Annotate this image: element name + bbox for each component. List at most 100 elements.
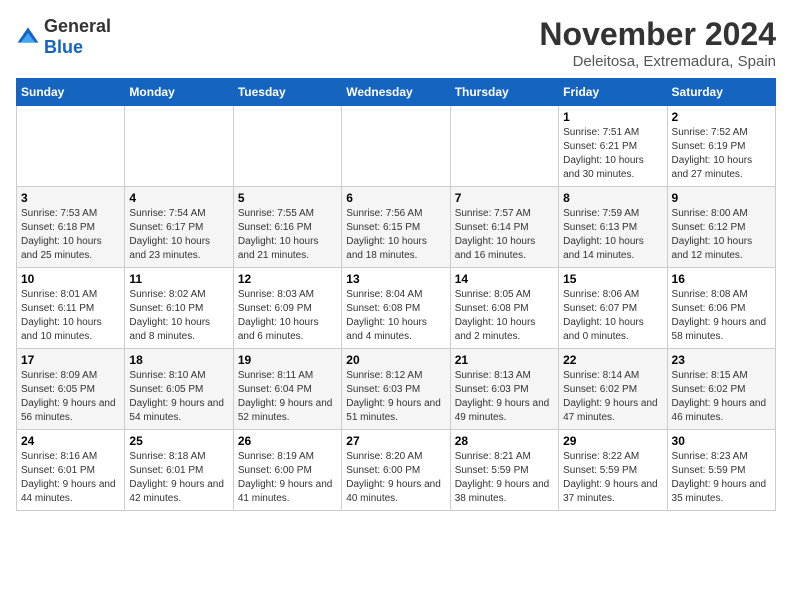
day-info: Sunrise: 8:15 AMSunset: 6:02 PMDaylight:…	[672, 369, 771, 425]
day-cell: 11Sunrise: 8:02 AMSunset: 6:10 PMDayligh…	[125, 268, 233, 349]
day-info: Sunrise: 8:06 AMSunset: 6:07 PMDaylight:…	[563, 288, 662, 344]
weekday-header-row: SundayMondayTuesdayWednesdayThursdayFrid…	[17, 79, 776, 106]
day-info: Sunrise: 8:09 AMSunset: 6:05 PMDaylight:…	[21, 369, 120, 425]
day-number: 23	[672, 353, 771, 367]
day-cell: 6Sunrise: 7:56 AMSunset: 6:15 PMDaylight…	[342, 187, 450, 268]
day-info: Sunrise: 8:05 AMSunset: 6:08 PMDaylight:…	[455, 288, 554, 344]
day-info: Sunrise: 7:57 AMSunset: 6:14 PMDaylight:…	[455, 207, 554, 263]
day-number: 30	[672, 434, 771, 448]
day-number: 11	[129, 272, 228, 286]
day-info: Sunrise: 8:18 AMSunset: 6:01 PMDaylight:…	[129, 450, 228, 506]
calendar-table: SundayMondayTuesdayWednesdayThursdayFrid…	[16, 78, 776, 511]
day-number: 25	[129, 434, 228, 448]
day-cell: 13Sunrise: 8:04 AMSunset: 6:08 PMDayligh…	[342, 268, 450, 349]
day-cell: 2Sunrise: 7:52 AMSunset: 6:19 PMDaylight…	[667, 106, 775, 187]
weekday-header-thursday: Thursday	[450, 79, 558, 106]
day-cell	[342, 106, 450, 187]
day-info: Sunrise: 8:22 AMSunset: 5:59 PMDaylight:…	[563, 450, 662, 506]
day-number: 19	[238, 353, 337, 367]
day-cell: 17 Sunrise: 8:09 AMSunset: 6:05 PMDayligh…	[17, 349, 125, 430]
day-cell	[233, 106, 341, 187]
day-cell: 18 Sunrise: 8:10 AMSunset: 6:05 PMDayligh…	[125, 349, 233, 430]
day-number: 1	[563, 110, 662, 124]
day-cell: 27Sunrise: 8:20 AMSunset: 6:00 PMDayligh…	[342, 430, 450, 511]
day-number: 26	[238, 434, 337, 448]
logo: General Blue	[16, 16, 111, 58]
day-number: 20	[346, 353, 445, 367]
day-cell	[125, 106, 233, 187]
day-info: Sunrise: 7:51 AMSunset: 6:21 PMDaylight:…	[563, 126, 662, 182]
day-info: Sunrise: 8:10 AMSunset: 6:05 PMDaylight:…	[129, 369, 228, 425]
day-number: 10	[21, 272, 120, 286]
day-info: Sunrise: 8:00 AMSunset: 6:12 PMDaylight:…	[672, 207, 771, 263]
weekday-header-tuesday: Tuesday	[233, 79, 341, 106]
day-cell: 14 Sunrise: 8:05 AMSunset: 6:08 PMDayligh…	[450, 268, 558, 349]
header: General Blue November 2024 Deleitosa, Ex…	[16, 16, 776, 70]
day-info: Sunrise: 7:53 AMSunset: 6:18 PMDaylight:…	[21, 207, 120, 263]
day-number: 4	[129, 191, 228, 205]
day-number: 7	[455, 191, 554, 205]
location-title: Deleitosa, Extremadura, Spain	[539, 53, 776, 70]
day-info: Sunrise: 8:12 AMSunset: 6:03 PMDaylight:…	[346, 369, 445, 425]
calendar-body: 1 Sunrise: 7:51 AMSunset: 6:21 PMDaylight…	[17, 106, 776, 511]
day-cell	[450, 106, 558, 187]
weekday-header-saturday: Saturday	[667, 79, 775, 106]
title-area: November 2024 Deleitosa, Extremadura, Sp…	[539, 16, 776, 70]
day-info: Sunrise: 8:23 AMSunset: 5:59 PMDaylight:…	[672, 450, 771, 506]
day-cell: 10 Sunrise: 8:01 AMSunset: 6:11 PMDayligh…	[17, 268, 125, 349]
day-number: 12	[238, 272, 337, 286]
day-number: 9	[672, 191, 771, 205]
logo-text: General Blue	[44, 16, 111, 58]
day-info: Sunrise: 8:20 AMSunset: 6:00 PMDaylight:…	[346, 450, 445, 506]
day-info: Sunrise: 8:21 AMSunset: 5:59 PMDaylight:…	[455, 450, 554, 506]
day-number: 24	[21, 434, 120, 448]
week-row-2: 3Sunrise: 7:53 AMSunset: 6:18 PMDaylight…	[17, 187, 776, 268]
day-cell: 1 Sunrise: 7:51 AMSunset: 6:21 PMDaylight…	[559, 106, 667, 187]
day-number: 5	[238, 191, 337, 205]
weekday-header-sunday: Sunday	[17, 79, 125, 106]
day-info: Sunrise: 8:08 AMSunset: 6:06 PMDaylight:…	[672, 288, 771, 344]
logo-blue: Blue	[44, 37, 83, 57]
week-row-1: 1 Sunrise: 7:51 AMSunset: 6:21 PMDaylight…	[17, 106, 776, 187]
day-number: 22	[563, 353, 662, 367]
day-cell: 16Sunrise: 8:08 AMSunset: 6:06 PMDayligh…	[667, 268, 775, 349]
day-info: Sunrise: 8:16 AMSunset: 6:01 PMDaylight:…	[21, 450, 120, 506]
day-cell	[17, 106, 125, 187]
day-cell: 25 Sunrise: 8:18 AMSunset: 6:01 PMDayligh…	[125, 430, 233, 511]
day-cell: 9 Sunrise: 8:00 AMSunset: 6:12 PMDaylight…	[667, 187, 775, 268]
day-info: Sunrise: 8:01 AMSunset: 6:11 PMDaylight:…	[21, 288, 120, 344]
weekday-header-wednesday: Wednesday	[342, 79, 450, 106]
calendar-header: SundayMondayTuesdayWednesdayThursdayFrid…	[17, 79, 776, 106]
day-cell: 28 Sunrise: 8:21 AMSunset: 5:59 PMDayligh…	[450, 430, 558, 511]
day-info: Sunrise: 7:55 AMSunset: 6:16 PMDaylight:…	[238, 207, 337, 263]
day-cell: 29Sunrise: 8:22 AMSunset: 5:59 PMDayligh…	[559, 430, 667, 511]
day-number: 8	[563, 191, 662, 205]
day-number: 18	[129, 353, 228, 367]
day-number: 15	[563, 272, 662, 286]
day-info: Sunrise: 8:19 AMSunset: 6:00 PMDaylight:…	[238, 450, 337, 506]
day-cell: 5 Sunrise: 7:55 AMSunset: 6:16 PMDaylight…	[233, 187, 341, 268]
day-info: Sunrise: 8:13 AMSunset: 6:03 PMDaylight:…	[455, 369, 554, 425]
day-info: Sunrise: 7:56 AMSunset: 6:15 PMDaylight:…	[346, 207, 445, 263]
day-info: Sunrise: 8:11 AMSunset: 6:04 PMDaylight:…	[238, 369, 337, 425]
day-info: Sunrise: 7:52 AMSunset: 6:19 PMDaylight:…	[672, 126, 771, 182]
day-number: 17	[21, 353, 120, 367]
logo-general: General	[44, 16, 111, 36]
day-cell: 24 Sunrise: 8:16 AMSunset: 6:01 PMDayligh…	[17, 430, 125, 511]
day-cell: 4Sunrise: 7:54 AMSunset: 6:17 PMDaylight…	[125, 187, 233, 268]
day-info: Sunrise: 8:14 AMSunset: 6:02 PMDaylight:…	[563, 369, 662, 425]
day-cell: 19 Sunrise: 8:11 AMSunset: 6:04 PMDayligh…	[233, 349, 341, 430]
day-cell: 30 Sunrise: 8:23 AMSunset: 5:59 PMDayligh…	[667, 430, 775, 511]
day-number: 28	[455, 434, 554, 448]
day-number: 14	[455, 272, 554, 286]
day-number: 13	[346, 272, 445, 286]
day-cell: 3Sunrise: 7:53 AMSunset: 6:18 PMDaylight…	[17, 187, 125, 268]
week-row-3: 10 Sunrise: 8:01 AMSunset: 6:11 PMDayligh…	[17, 268, 776, 349]
day-cell: 8 Sunrise: 7:59 AMSunset: 6:13 PMDaylight…	[559, 187, 667, 268]
day-cell: 22 Sunrise: 8:14 AMSunset: 6:02 PMDayligh…	[559, 349, 667, 430]
day-number: 21	[455, 353, 554, 367]
day-cell: 23 Sunrise: 8:15 AMSunset: 6:02 PMDayligh…	[667, 349, 775, 430]
day-info: Sunrise: 7:59 AMSunset: 6:13 PMDaylight:…	[563, 207, 662, 263]
weekday-header-monday: Monday	[125, 79, 233, 106]
day-cell: 12Sunrise: 8:03 AMSunset: 6:09 PMDayligh…	[233, 268, 341, 349]
